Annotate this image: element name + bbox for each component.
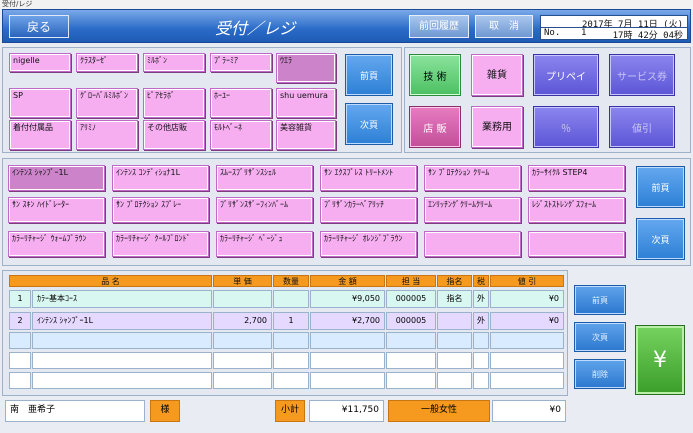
category-button[interactable]: 着付付属品	[9, 120, 71, 150]
row-staff: 000005	[386, 290, 436, 308]
cancel-button[interactable]: 取 消	[475, 15, 533, 38]
product-button[interactable]: ﾌﾞﾘｻﾞﾝｽｻﾞｰﾌｨﾝﾊﾞｰﾑ	[216, 197, 313, 223]
category-button[interactable]: ﾎｰﾕｰ	[210, 88, 272, 118]
category-button[interactable]: ﾐﾙﾎﾞﾝ	[143, 53, 205, 72]
product-button[interactable]: ｴﾝﾘｯﾁﾝｸﾞｸﾘｰﾑｸﾘｰﾑ	[424, 197, 521, 223]
row-number: 2	[9, 312, 31, 330]
honorific-label: 様	[150, 400, 180, 422]
customer-type-label[interactable]: 一般女性	[388, 400, 490, 422]
prepaid-button[interactable]: プリペイ	[533, 54, 599, 96]
product-button[interactable]: ｶﾗｰﾘﾁｬｰｼﾞ ｵﾚﾝｼﾞﾌﾞﾗｳﾝ	[320, 231, 417, 257]
category-button[interactable]: その他店販	[143, 120, 205, 150]
receipt-no-value: 1	[581, 28, 587, 38]
category-next-page-button[interactable]: 次頁	[345, 103, 393, 145]
time-display: 17時 42分 04秒	[612, 31, 683, 41]
category-button-selected[interactable]: ｳｴﾗ	[276, 53, 336, 83]
subtotal-label: 小計	[275, 400, 305, 422]
product-button[interactable]: ｻﾝ ﾌﾟﾛﾃｸｼｮﾝ ｽﾌﾟﾚｰ	[112, 197, 209, 223]
product-button[interactable]: ｲﾝﾃﾝｽ ｺﾝﾃﾞｨｼｮﾅ1L	[112, 165, 209, 191]
product-button-selected[interactable]: ｲﾝﾃﾝｽ ｼｬﾝﾌﾟｰ1L	[8, 165, 105, 191]
category-button[interactable]: ﾓﾙﾄﾍﾞｰﾈ	[210, 120, 272, 150]
product-button[interactable]: ｶﾗｰﾘﾁｬｰｼﾞ ｸｰﾙﾌﾞﾛﾝﾄﾞ	[112, 231, 209, 257]
row-tax: 外	[473, 290, 489, 308]
row-name: ｲﾝﾃﾝｽ ｼｬﾝﾌﾟｰ1L	[32, 312, 212, 330]
service-ticket-button[interactable]: サービス券	[609, 54, 675, 96]
category-prev-page-button[interactable]: 前頁	[345, 54, 393, 96]
header-tax: 税	[473, 275, 489, 287]
row-staff: 000005	[386, 312, 436, 330]
header-amount: 金 額	[310, 275, 385, 287]
product-button-empty[interactable]	[424, 231, 521, 257]
product-button[interactable]: ｻﾝ ﾌﾟﾛﾃｸｼｮﾝ ｸﾘｰﾑ	[424, 165, 521, 191]
receipt-no-label: No.	[544, 28, 561, 38]
header-discount: 値 引	[490, 275, 564, 287]
row-qty	[273, 290, 309, 308]
subtotal-value: ¥11,750	[309, 400, 384, 422]
window-title: 受付/レジ	[0, 0, 693, 9]
header-price: 単 価	[213, 275, 272, 287]
product-button-empty[interactable]	[528, 231, 625, 257]
category-button[interactable]: ﾋﾟｱｾﾗﾎﾞ	[143, 88, 205, 118]
category-button[interactable]: SP	[9, 88, 71, 118]
product-button[interactable]: ｶﾗｰﾘﾁｬｰｼﾞ ｳｫｰﾑﾌﾞﾗｳﾝ	[8, 231, 105, 257]
product-button[interactable]: ﾚｼﾞｽﾄｽﾄﾚﾝｸﾞｽﾌｫｰﾑ	[528, 197, 625, 223]
product-prev-page-button[interactable]: 前頁	[636, 166, 685, 208]
header-bar: 戻る 受付／レジ 前回履歴 取 消 2017年 7月 11日 (火) No. 1…	[2, 9, 691, 43]
customer-name-field[interactable]: 南 亜希子	[5, 400, 145, 422]
datetime-panel: 2017年 7月 11日 (火) No. 1 17時 42分 04秒	[540, 15, 688, 41]
row-discount: ¥0	[490, 290, 564, 308]
misc-goods-button[interactable]: 雑貨	[471, 54, 523, 96]
product-button[interactable]: ｶﾗｰｻｲｸﾙ STEP4	[528, 165, 625, 191]
row-qty: 1	[273, 312, 309, 330]
row-nominated	[437, 312, 472, 330]
row-name: ｶﾗｰ基本ｺｰｽ	[32, 290, 212, 308]
row-discount: ¥0	[490, 312, 564, 330]
product-button[interactable]: ｽﾑｰｽﾌﾞﾘｻﾞﾝｽｼｪﾙ	[216, 165, 313, 191]
category-button[interactable]: shu uemura	[276, 88, 336, 118]
category-button[interactable]: 美容雑貨	[276, 120, 336, 150]
row-amount: ¥9,050	[310, 290, 385, 308]
category-button[interactable]: ｸﾞﾛｰﾊﾞﾙﾐﾙﾎﾞﾝ	[76, 88, 138, 118]
discount-button[interactable]: 値引	[609, 106, 675, 148]
product-button[interactable]: ｻﾝ ｴｸｽﾌﾟﾚｽ ﾄﾘｰﾄﾒﾝﾄ	[320, 165, 417, 191]
percent-discount-button[interactable]: ％	[533, 106, 599, 148]
header-qty: 数量	[273, 275, 309, 287]
header-name: 品 名	[9, 275, 212, 287]
product-button[interactable]: ｻﾝ ｽｷﾝ ﾊｲﾄﾞﾚｰﾀｰ	[8, 197, 105, 223]
technique-button[interactable]: 技 術	[409, 54, 461, 96]
product-button[interactable]: ﾌﾞﾘｻﾞﾝｶﾗｰﾍﾞｱﾘｯﾁ	[320, 197, 417, 223]
checkout-yen-button[interactable]: ¥	[635, 325, 685, 395]
header-staff: 担 当	[386, 275, 436, 287]
delete-row-button[interactable]: 削除	[574, 359, 626, 389]
business-use-button[interactable]: 業務用	[471, 106, 523, 148]
row-tax: 外	[473, 312, 489, 330]
product-next-page-button[interactable]: 次頁	[636, 218, 685, 260]
table-next-page-button[interactable]: 次頁	[574, 322, 626, 352]
row-nominated: 指名	[437, 290, 472, 308]
row-amount: ¥2,700	[310, 312, 385, 330]
category-button[interactable]: ﾌﾟﾗｰﾐｱ	[210, 53, 272, 72]
table-prev-page-button[interactable]: 前頁	[574, 285, 626, 315]
category-button[interactable]: ｱﾘﾐﾉ	[76, 120, 138, 150]
category-button[interactable]: nigelle	[9, 53, 71, 72]
previous-history-button[interactable]: 前回履歴	[409, 15, 469, 38]
product-button[interactable]: ｶﾗｰﾘﾁｬｰｼﾞ ﾍﾞｰｼﾞｭ	[216, 231, 313, 257]
store-sales-button[interactable]: 店 販	[409, 106, 461, 148]
row-price: 2,700	[213, 312, 272, 330]
category-button[interactable]: ｸﾗｽﾀｰｾﾞ	[76, 53, 138, 72]
footer-amount-value: ¥0	[492, 400, 566, 422]
row-number: 1	[9, 290, 31, 308]
row-price	[213, 290, 272, 308]
header-nominated: 指名	[437, 275, 472, 287]
